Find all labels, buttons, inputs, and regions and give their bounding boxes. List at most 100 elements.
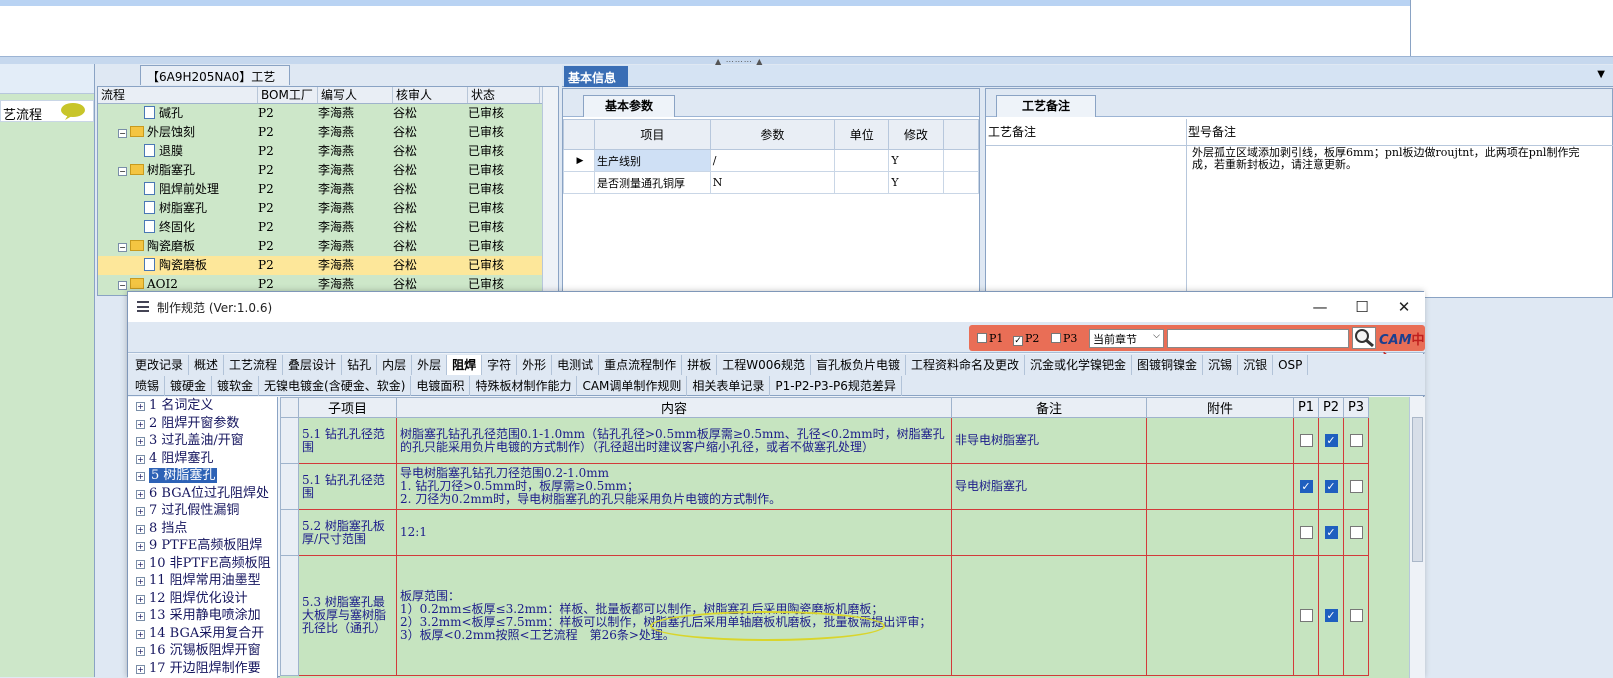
expand-icon[interactable]: + — [136, 524, 145, 534]
spec-row[interactable]: 5.2 树脂塞孔板厚/尺寸范围 12:1 ✓ — [280, 509, 1369, 556]
expand-icon[interactable]: + — [136, 647, 145, 656]
expand-icon[interactable]: + — [136, 419, 145, 429]
tab-item[interactable]: 更改记录 — [130, 355, 190, 375]
expand-icon[interactable]: + — [136, 577, 145, 586]
spec-row[interactable]: 5.1 钻孔孔径范围 树脂塞孔钻孔孔径范围0.1-1.0mm（钻孔孔径>0.5mm… — [280, 417, 1369, 464]
tree-node[interactable]: 陶瓷磨板 — [98, 256, 258, 275]
tab-item[interactable]: 字符 — [482, 355, 518, 375]
spec-table-scrollbar[interactable] — [1409, 397, 1425, 678]
collapse-icon[interactable]: − — [118, 129, 127, 138]
tree-node[interactable]: − 陶瓷磨板 — [98, 237, 258, 256]
col-header-bom[interactable]: BOM工厂 — [258, 87, 318, 103]
expand-icon[interactable]: + — [136, 612, 145, 621]
flow-tab[interactable]: 【6A9H205NA0】工艺流程 — [140, 65, 290, 101]
tab-item[interactable]: 重点流程制作 — [599, 355, 683, 375]
chapter-item[interactable]: +5 树脂塞孔 — [128, 467, 277, 485]
p1-checkbox[interactable] — [1299, 526, 1313, 539]
p2-checkbox[interactable]: ✓ — [1324, 526, 1338, 539]
p3-checkbox[interactable] — [1349, 480, 1363, 493]
param-header-modify[interactable]: 修改 — [888, 119, 944, 150]
tab-item[interactable]: 阻焊 — [447, 355, 483, 375]
spec-header-note[interactable]: 备注 — [951, 397, 1147, 418]
search-input[interactable] — [1167, 329, 1349, 348]
tree-row[interactable]: − 外层蚀刻 P2 李海燕 谷松 已审核 — [98, 123, 558, 142]
p2-checkbox[interactable]: ✓ — [1324, 434, 1338, 447]
tab-item[interactable]: 外形 — [517, 355, 553, 375]
tree-node[interactable]: − 外层蚀刻 — [98, 123, 258, 142]
tree-node[interactable]: 树脂塞孔 — [98, 199, 258, 218]
tree-row[interactable]: 陶瓷磨板 P2 李海燕 谷松 已审核 — [98, 256, 558, 275]
tree-node[interactable]: 阻焊前处理 — [98, 180, 258, 199]
tab-item[interactable]: 叠层设计 — [283, 355, 343, 375]
dialog-titlebar[interactable]: 制作规范 (Ver:1.0.6) — ☐ ✕ — [128, 292, 1425, 322]
tab-item[interactable]: 钻孔 — [342, 355, 378, 375]
chapter-item[interactable]: +16 沉锡板阻焊开窗 — [128, 642, 277, 660]
spec-content[interactable]: 树脂塞孔钻孔孔径范围0.1-1.0mm（钻孔孔径>0.5mm板厚需≥0.5mm、… — [396, 417, 952, 464]
tree-grid-scrollbar[interactable] — [542, 87, 558, 295]
tab-item[interactable]: 沉银 — [1238, 355, 1274, 375]
expand-icon[interactable]: + — [136, 472, 145, 481]
tab-item[interactable]: 外层 — [412, 355, 448, 375]
spec-attachment[interactable] — [1146, 555, 1294, 676]
tree-node[interactable]: − 树脂塞孔 — [98, 161, 258, 180]
collapse-icon[interactable]: − — [118, 167, 127, 176]
tab-item[interactable]: 沉金或化学镍钯金 — [1025, 355, 1133, 375]
tab-item[interactable]: 沉锡 — [1203, 355, 1239, 375]
chapter-item[interactable]: +8 挡点 — [128, 520, 277, 538]
expand-icon[interactable]: + — [136, 402, 145, 411]
p2-checkbox[interactable]: ✓ — [1324, 480, 1338, 493]
spec-content[interactable]: 板厚范围： 1）0.2mm≤板厚≤3.2mm：样板、批量板都可以制作，树脂塞孔后… — [396, 555, 952, 676]
spec-content[interactable]: 导电树脂塞孔钻孔刀径范围0.2-1.0mm 1. 钻孔刀径>0.5mm时，板厚需… — [396, 463, 952, 510]
p2-checkbox[interactable]: ✓ — [1013, 336, 1023, 346]
tab-item[interactable]: 盲孔板负片电镀 — [811, 355, 906, 375]
chapter-item[interactable]: +12 阻焊优化设计 — [128, 590, 277, 608]
tree-row[interactable]: − 陶瓷磨板 P2 李海燕 谷松 已审核 — [98, 237, 558, 256]
tree-node[interactable]: 退膜 — [98, 142, 258, 161]
tab-item[interactable]: 拼板 — [682, 355, 718, 375]
tab-item[interactable]: OSP — [1273, 355, 1309, 375]
param-row[interactable]: 是否测量通孔铜厚 N Y — [562, 171, 980, 194]
p1-checkbox[interactable] — [977, 333, 987, 343]
expand-icon[interactable]: + — [136, 489, 145, 499]
expand-icon[interactable]: + — [136, 664, 145, 674]
tab-item[interactable]: 工程W006规范 — [717, 355, 811, 375]
col-header-status[interactable]: 状态 — [468, 87, 540, 103]
param-header-item[interactable]: 项目 — [594, 119, 711, 150]
chapter-item[interactable]: +13 采用静电喷涂加 — [128, 607, 277, 625]
horizontal-splitter[interactable]: ▲ ⋯⋯⋯ ▲ — [0, 56, 1613, 66]
spec-header-p2[interactable]: P2 — [1318, 397, 1344, 418]
p3-checkbox[interactable] — [1051, 333, 1061, 343]
chapter-scope-select[interactable]: 当前章节 ⌵ — [1089, 329, 1164, 348]
spec-header-content[interactable]: 内容 — [396, 397, 952, 418]
chapter-item[interactable]: +6 BGA位过孔阻焊处 — [128, 485, 277, 503]
close-button[interactable]: ✕ — [1384, 294, 1424, 320]
tree-node[interactable]: 终固化 — [98, 218, 258, 237]
tab-item[interactable]: 喷锡 — [130, 376, 166, 396]
p2-checkbox[interactable]: ✓ — [1324, 609, 1338, 622]
tab-item[interactable]: 镀软金 — [212, 376, 260, 396]
tab-item[interactable]: P1-P2-P3-P6规范差异 — [770, 376, 902, 396]
spec-header-p1[interactable]: P1 — [1293, 397, 1319, 418]
chapter-item[interactable]: +17 开边阻焊制作要 — [128, 660, 277, 678]
p1-checkbox[interactable]: ✓ — [1299, 480, 1313, 493]
expand-icon[interactable]: + — [136, 454, 145, 464]
chapter-item[interactable]: +3 过孔盖油/开窗 — [128, 432, 277, 450]
tree-row[interactable]: 终固化 P2 李海燕 谷松 已审核 — [98, 218, 558, 237]
spec-header-p3[interactable]: P3 — [1343, 397, 1369, 418]
col-header-writer[interactable]: 编写人 — [318, 87, 393, 103]
spec-row[interactable]: 5.1 钻孔孔径范围 导电树脂塞孔钻孔刀径范围0.2-1.0mm 1. 钻孔刀径>… — [280, 463, 1369, 510]
spec-row-selector[interactable] — [280, 417, 299, 464]
collapse-icon[interactable]: − — [118, 243, 127, 252]
tab-item[interactable]: 特殊板材制作能力 — [470, 376, 578, 396]
expand-icon[interactable]: + — [136, 507, 145, 516]
basic-info-title[interactable]: 基本信息 — [564, 66, 628, 87]
tab-item[interactable]: 相关表单记录 — [687, 376, 771, 396]
chat-bubble-icon[interactable] — [60, 102, 86, 120]
spec-attachment[interactable] — [1146, 509, 1294, 556]
tab-process-note[interactable]: 工艺备注 — [996, 95, 1096, 117]
tree-row[interactable]: 退膜 P2 李海燕 谷松 已审核 — [98, 142, 558, 161]
expand-icon[interactable]: + — [136, 559, 145, 569]
p3-checkbox[interactable] — [1349, 526, 1363, 539]
spec-row-selector[interactable] — [280, 555, 299, 676]
tab-item[interactable]: 内层 — [377, 355, 413, 375]
